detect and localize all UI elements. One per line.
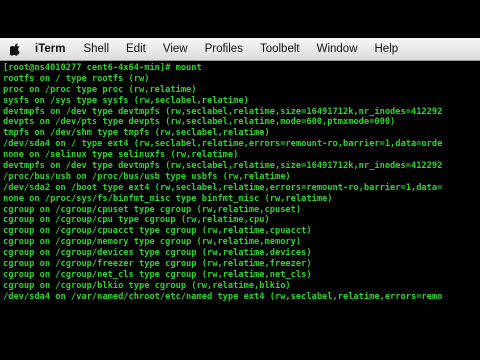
terminal-line: cgroup on /cgroup/cpuacct type cgroup (r…	[3, 226, 312, 237]
menu-profiles[interactable]: Profiles	[205, 43, 243, 55]
terminal-line: devtmpfs on /dev type devtmpfs (rw,secla…	[3, 161, 443, 172]
terminal-line: /dev/sda4 on /var/named/chroot/etc/named…	[3, 291, 443, 302]
terminal-line: none on /selinux type selinuxfs (rw,rela…	[3, 150, 239, 161]
terminal-line: /dev/sda4 on / type ext4 (rw,seclabel,re…	[3, 139, 443, 150]
menu-app-iterm[interactable]: iTerm	[35, 43, 65, 55]
terminal-line: sysfs on /sys type sysfs (rw,seclabel,re…	[3, 95, 249, 106]
terminal-line: cgroup on /cgroup/memory type cgroup (rw…	[3, 237, 302, 248]
terminal-line: cgroup on /cgroup/blkio type cgroup (rw,…	[3, 280, 291, 291]
terminal-line: cgroup on /cgroup/cpuset type cgroup (rw…	[3, 204, 302, 215]
menu-toolbelt[interactable]: Toolbelt	[260, 43, 300, 55]
letterbox-bottom	[0, 324, 480, 360]
terminal-line: devtmpfs on /dev type devtmpfs (rw,secla…	[3, 106, 443, 117]
menu-help[interactable]: Help	[375, 43, 399, 55]
terminal-line: tmpfs on /dev/shm type tmpfs (rw,seclabe…	[3, 128, 270, 139]
terminal-line: none on /proc/sys/fs/binfmt_misc type bi…	[3, 193, 333, 204]
terminal-line: /proc/bus/usb on /proc/bus/usb type usbf…	[3, 171, 291, 182]
apple-icon[interactable]	[10, 43, 21, 56]
menu-window[interactable]: Window	[317, 43, 358, 55]
terminal-line: cgroup on /cgroup/cpu type cgroup (rw,re…	[3, 215, 270, 226]
terminal-line-prompt: [root@ns4010277 cent6-4x64-min]# mount	[3, 63, 202, 73]
menu-edit[interactable]: Edit	[126, 43, 146, 55]
terminal-line: rootfs on / type rootfs (rw)	[3, 73, 150, 84]
terminal-line: cgroup on /cgroup/devices type cgroup (r…	[3, 248, 312, 259]
letterbox-top	[0, 0, 480, 38]
menu-shell[interactable]: Shell	[83, 43, 109, 55]
menu-view[interactable]: View	[163, 43, 188, 55]
terminal-line: proc on /proc type proc (rw,relatime)	[3, 84, 197, 95]
terminal-line: devpts on /dev/pts type devpts (rw,secla…	[3, 117, 396, 128]
terminal-line: cgroup on /cgroup/net_cls type cgroup (r…	[3, 269, 312, 280]
terminal-line: /dev/sda2 on /boot type ext4 (rw,seclabe…	[3, 182, 443, 193]
terminal-line: cgroup on /cgroup/freezer type cgroup (r…	[3, 259, 312, 270]
terminal-output[interactable]: [root@ns4010277 cent6-4x64-min]# mount r…	[0, 61, 480, 324]
menu-bar: iTerm Shell Edit View Profiles Toolbelt …	[0, 38, 480, 61]
